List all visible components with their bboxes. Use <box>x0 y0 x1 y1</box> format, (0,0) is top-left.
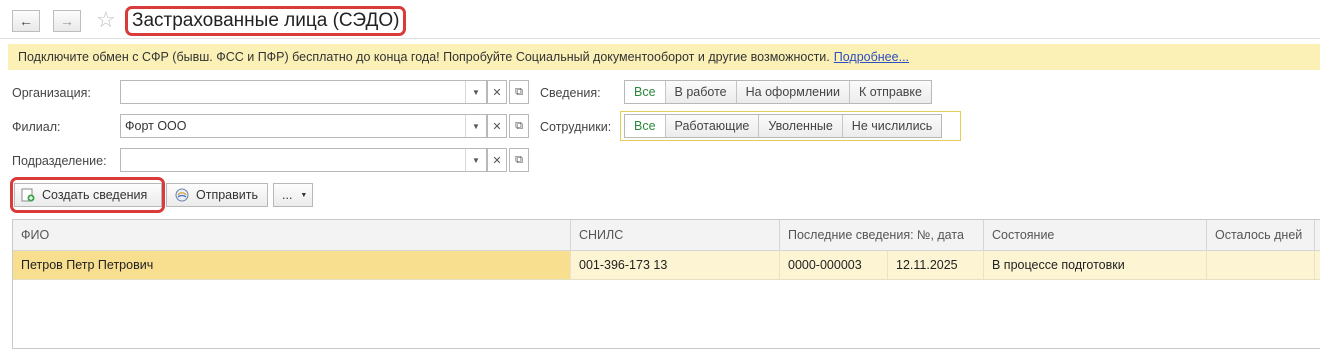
chevron-down-icon: ▼ <box>300 191 308 199</box>
forward-button[interactable]: → <box>53 10 81 32</box>
sotrudniki-option-dismissed[interactable]: Уволенные <box>759 115 843 137</box>
more-label: ... <box>282 188 293 202</box>
open-icon[interactable]: ⧉ <box>509 114 529 138</box>
clear-icon[interactable]: ✕ <box>487 80 507 104</box>
banner-text: Подключите обмен с СФР (бывш. ФСС и ПФР)… <box>18 50 830 64</box>
svedeniya-option-drafting[interactable]: На оформлении <box>736 81 850 103</box>
insured-persons-table: ФИО СНИЛС Последние сведения: №, дата Со… <box>12 219 1320 349</box>
branch-value: Форт ООО <box>125 119 187 133</box>
header-divider <box>0 38 1320 39</box>
back-button[interactable]: ← <box>12 10 40 32</box>
favorite-star-icon[interactable]: ☆ <box>96 8 116 32</box>
svedeniya-option-in-work[interactable]: В работе <box>665 81 737 103</box>
send-globe-icon <box>175 188 189 202</box>
table-row[interactable]: Петров Петр Петрович 001-396-173 13 0000… <box>13 251 1320 280</box>
arrow-right-icon: → <box>60 13 74 29</box>
column-fio[interactable]: ФИО <box>13 220 571 250</box>
svedeniya-option-all[interactable]: Все <box>625 81 666 103</box>
info-banner: Подключите обмен с СФР (бывш. ФСС и ПФР)… <box>8 44 1320 70</box>
column-snils[interactable]: СНИЛС <box>571 220 780 250</box>
svedeniya-label: Сведения: <box>540 86 601 100</box>
dropdown-arrow-icon[interactable]: ▼ <box>465 81 486 103</box>
open-icon[interactable]: ⧉ <box>509 148 529 172</box>
send-button[interactable]: Отправить <box>166 183 268 207</box>
banner-more-link[interactable]: Подробнее... <box>834 50 909 64</box>
send-label: Отправить <box>196 188 258 202</box>
clear-icon[interactable]: ✕ <box>487 148 507 172</box>
cell-number[interactable]: 0000-000003 <box>780 251 888 279</box>
division-label: Подразделение: <box>12 154 107 168</box>
open-icon[interactable]: ⧉ <box>509 80 529 104</box>
branch-field[interactable]: Форт ООО ▼ <box>120 114 487 138</box>
svedeniya-option-to-send[interactable]: К отправке <box>849 81 931 103</box>
cell-state[interactable]: В процессе подготовки <box>984 251 1207 279</box>
column-last-svedeniya[interactable]: Последние сведения: №, дата <box>780 220 984 250</box>
page-title-highlight: Застрахованные лица (СЭДО) <box>125 6 407 36</box>
cell-date[interactable]: 12.11.2025 <box>888 251 984 279</box>
division-field[interactable]: ▼ <box>120 148 487 172</box>
cell-fio[interactable]: Петров Петр Петрович <box>13 251 571 279</box>
document-add-icon <box>21 188 35 202</box>
create-svedeniya-button[interactable]: Создать сведения <box>14 183 162 207</box>
table-header: ФИО СНИЛС Последние сведения: №, дата Со… <box>13 220 1320 251</box>
sotrudniki-label: Сотрудники: <box>540 120 612 134</box>
dropdown-arrow-icon[interactable]: ▼ <box>465 115 486 137</box>
clear-icon[interactable]: ✕ <box>487 114 507 138</box>
organization-label: Организация: <box>12 86 91 100</box>
branch-label: Филиал: <box>12 120 61 134</box>
sotrudniki-filter: Все Работающие Уволенные Не числились <box>624 114 943 138</box>
more-menu-button[interactable]: ... ▼ <box>273 183 313 207</box>
sotrudniki-option-not-listed[interactable]: Не числились <box>842 115 942 137</box>
sotrudniki-option-working[interactable]: Работающие <box>665 115 760 137</box>
cell-days-left[interactable] <box>1207 251 1315 279</box>
organization-field[interactable]: ▼ <box>120 80 487 104</box>
sotrudniki-option-all[interactable]: Все <box>625 115 666 137</box>
arrow-left-icon: ← <box>19 13 33 29</box>
cell-snils[interactable]: 001-396-173 13 <box>571 251 780 279</box>
column-state[interactable]: Состояние <box>984 220 1207 250</box>
dropdown-arrow-icon[interactable]: ▼ <box>465 149 486 171</box>
column-days-left[interactable]: Осталось дней <box>1207 220 1315 250</box>
svedeniya-filter: Все В работе На оформлении К отправке <box>624 80 932 104</box>
create-svedeniya-label: Создать сведения <box>42 188 148 202</box>
page-title: Застрахованные лица (СЭДО) <box>132 10 400 31</box>
